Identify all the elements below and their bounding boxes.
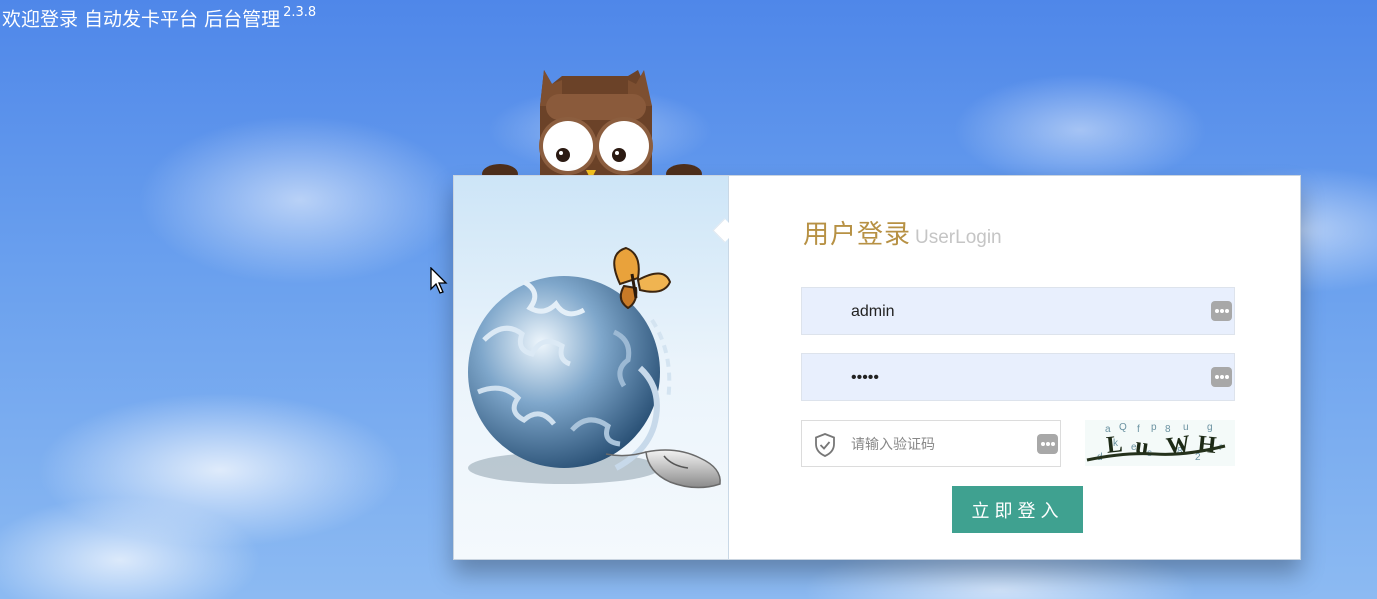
mouse-cursor-icon — [430, 267, 448, 294]
puzzle-globe-illustration — [468, 246, 721, 489]
version-label: 2.3.8 — [283, 5, 317, 20]
username-field — [801, 287, 1235, 336]
password-input[interactable] — [849, 354, 1193, 402]
login-heading: 用户登录 UserLogin — [803, 214, 1002, 251]
page-title-text: 欢迎登录 自动发卡平台 后台管理 — [2, 8, 281, 31]
captcha-input[interactable] — [849, 421, 1033, 468]
login-heading-cn: 用户登录 — [803, 220, 912, 250]
login-illustration-panel — [454, 176, 729, 559]
captcha-field — [801, 420, 1061, 468]
captcha-image[interactable]: aQf p8u gke s82 rd L u W H — [1085, 420, 1235, 466]
password-field — [801, 353, 1235, 402]
login-heading-en: UserLogin — [915, 227, 1002, 248]
keyboard-icon[interactable] — [1211, 367, 1232, 387]
keyboard-icon[interactable] — [1037, 434, 1058, 454]
keyboard-icon[interactable] — [1211, 301, 1232, 321]
page-title: 欢迎登录 自动发卡平台 后台管理 2.3.8 — [2, 0, 316, 34]
svg-text:p: p — [1151, 422, 1157, 433]
shield-check-icon — [815, 433, 835, 457]
login-panel: 用户登录UserLogin aQf p8u gke s82 rd L u — [453, 175, 1301, 560]
login-button[interactable]: 立即登入 — [952, 486, 1083, 533]
svg-text:H: H — [1196, 431, 1218, 459]
owl-mascot-icon — [482, 70, 702, 184]
username-input[interactable] — [849, 288, 1193, 336]
